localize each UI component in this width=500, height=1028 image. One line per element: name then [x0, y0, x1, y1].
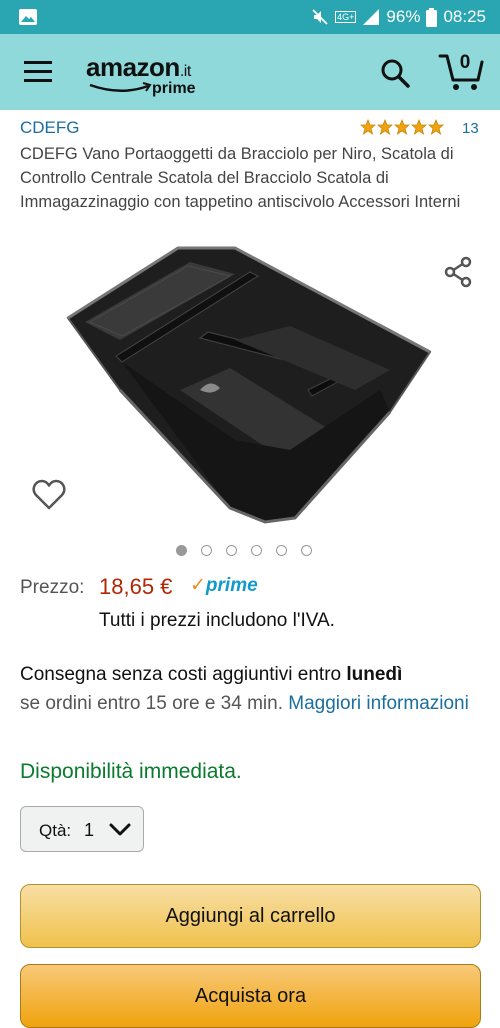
logo-prime: prime [152, 80, 196, 97]
logo-tld: .it [179, 63, 191, 80]
mute-icon [312, 9, 328, 25]
buy-now-button[interactable]: Acquista ora [20, 964, 481, 1028]
search-icon[interactable] [380, 58, 410, 88]
delivery-text: Consegna senza costi aggiuntivi entro [20, 664, 347, 685]
product-image[interactable] [60, 240, 440, 530]
availability-status: Disponibilità immediata. [20, 760, 242, 783]
signal-icon [363, 9, 380, 25]
rating-stars[interactable] [360, 119, 444, 135]
pager-dot[interactable] [201, 545, 212, 556]
star-icon [394, 119, 410, 135]
delivery-day: lunedì [346, 664, 403, 685]
add-to-cart-button[interactable]: Aggiungi al carrello [20, 884, 481, 948]
pager-dot[interactable] [226, 545, 237, 556]
network-badge: 4G+ [335, 11, 357, 23]
brand-link[interactable]: CDEFG [20, 118, 80, 138]
pager-dot[interactable] [251, 545, 262, 556]
product-title: CDEFG Vano Portaoggetti da Bracciolo per… [20, 145, 461, 211]
logo-word: amazon [86, 52, 180, 82]
delivery-order-time: se ordini entro 15 ore e 34 min. [20, 693, 289, 714]
more-info-link[interactable]: Maggiori informazioni [288, 693, 469, 714]
star-icon [360, 119, 376, 135]
prime-label: prime [205, 575, 258, 596]
star-icon [377, 119, 393, 135]
chevron-down-icon [109, 823, 131, 836]
rating-count[interactable]: 13 [462, 120, 479, 137]
hamburger-menu-icon[interactable] [24, 58, 54, 86]
price-label: Prezzo: [20, 577, 85, 598]
delivery-info: Consegna senza costi aggiuntivi entro lu… [20, 660, 485, 718]
cart-count: 0 [459, 52, 471, 73]
share-icon[interactable] [442, 256, 474, 288]
status-bar: 4G+ 96% 08:25 [0, 0, 500, 34]
quantity-select[interactable]: Qtà: 1 [20, 806, 144, 852]
pager-dot[interactable] [176, 545, 187, 556]
vat-note: Tutti i prezzi includono l'IVA. [99, 610, 335, 631]
pager-dot[interactable] [276, 545, 287, 556]
clock: 08:25 [443, 7, 486, 26]
price-value: 18,65 € [99, 574, 173, 599]
battery-percent: 96% [386, 7, 421, 26]
prime-check-icon: ✓ [190, 575, 206, 596]
battery-icon [426, 7, 438, 27]
quantity-label: Qtà: [39, 821, 72, 840]
image-pager[interactable] [176, 545, 312, 556]
quantity-value: 1 [84, 820, 95, 840]
wishlist-heart-icon[interactable] [32, 478, 66, 512]
star-icon [428, 119, 444, 135]
star-icon [411, 119, 427, 135]
gallery-notification-icon [19, 9, 37, 25]
prime-badge: ✓prime [190, 574, 258, 597]
app-bar: amazon.it prime 0 [0, 34, 500, 110]
pager-dot[interactable] [301, 545, 312, 556]
logo-smile-icon [89, 82, 152, 92]
amazon-prime-logo[interactable]: amazon.it prime [86, 52, 216, 102]
